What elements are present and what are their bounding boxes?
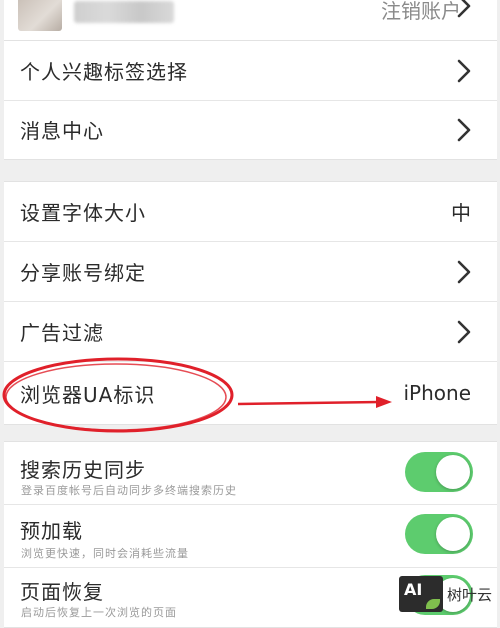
watermark-logo-text: AI xyxy=(404,580,423,599)
interest-tags-label: 个人兴趣标签选择 xyxy=(20,60,188,84)
preload-label: 预加载 xyxy=(20,519,83,543)
toggle-knob xyxy=(436,455,470,489)
share-account-label: 分享账号绑定 xyxy=(20,261,146,285)
chevron-right-icon xyxy=(457,0,471,18)
chevron-right-icon xyxy=(457,320,471,343)
page-restore-desc: 启动后恢复上一次浏览的页面 xyxy=(21,606,177,619)
chevron-right-icon xyxy=(457,118,471,141)
toggle-knob xyxy=(436,517,470,551)
account-row[interactable]: 注销账户 xyxy=(4,0,497,41)
watermark-logo-icon: AI xyxy=(399,576,443,612)
font-size-label: 设置字体大小 xyxy=(20,201,146,225)
search-history-sync-desc: 登录百度帐号后自动同步多终端搜索历史 xyxy=(21,484,237,497)
watermark-name: 树叶云 xyxy=(447,586,493,604)
group-settings: 设置字体大小 中 分享账号绑定 广告过滤 浏览器UA标识 iPhone xyxy=(4,181,497,425)
list-item: 预加载 浏览更快速，同时会消耗些流量 xyxy=(4,505,497,568)
list-item[interactable]: 设置字体大小 中 xyxy=(4,182,497,242)
preload-desc: 浏览更快速，同时会消耗些流量 xyxy=(21,547,189,560)
list-item[interactable]: 消息中心 xyxy=(4,100,497,159)
search-history-sync-label: 搜索历史同步 xyxy=(20,458,146,482)
leaf-icon xyxy=(426,599,440,609)
page-restore-label: 页面恢复 xyxy=(20,580,104,604)
chevron-right-icon xyxy=(457,260,471,283)
preload-toggle[interactable] xyxy=(405,514,473,554)
list-item[interactable]: 浏览器UA标识 iPhone xyxy=(4,362,497,424)
list-item[interactable]: 分享账号绑定 xyxy=(4,242,497,302)
message-center-label: 消息中心 xyxy=(20,119,104,143)
ad-filter-label: 广告过滤 xyxy=(20,321,104,345)
account-group: 注销账户 xyxy=(4,0,497,42)
chevron-right-icon xyxy=(457,59,471,82)
list-item[interactable]: 个人兴趣标签选择 xyxy=(4,41,497,101)
logout-label: 注销账户 xyxy=(381,0,461,23)
avatar xyxy=(18,0,62,31)
font-size-value: 中 xyxy=(451,201,471,225)
ua-label: 浏览器UA标识 xyxy=(20,382,156,407)
list-item: 搜索历史同步 登录百度帐号后自动同步多终端搜索历史 xyxy=(4,442,497,505)
username-blurred xyxy=(74,1,174,23)
ua-value: iPhone xyxy=(403,381,471,405)
search-history-sync-toggle[interactable] xyxy=(405,452,473,492)
list-item[interactable]: 广告过滤 xyxy=(4,302,497,362)
watermark: AI 树叶云 xyxy=(399,576,500,616)
group-profile: 个人兴趣标签选择 消息中心 xyxy=(4,40,497,160)
